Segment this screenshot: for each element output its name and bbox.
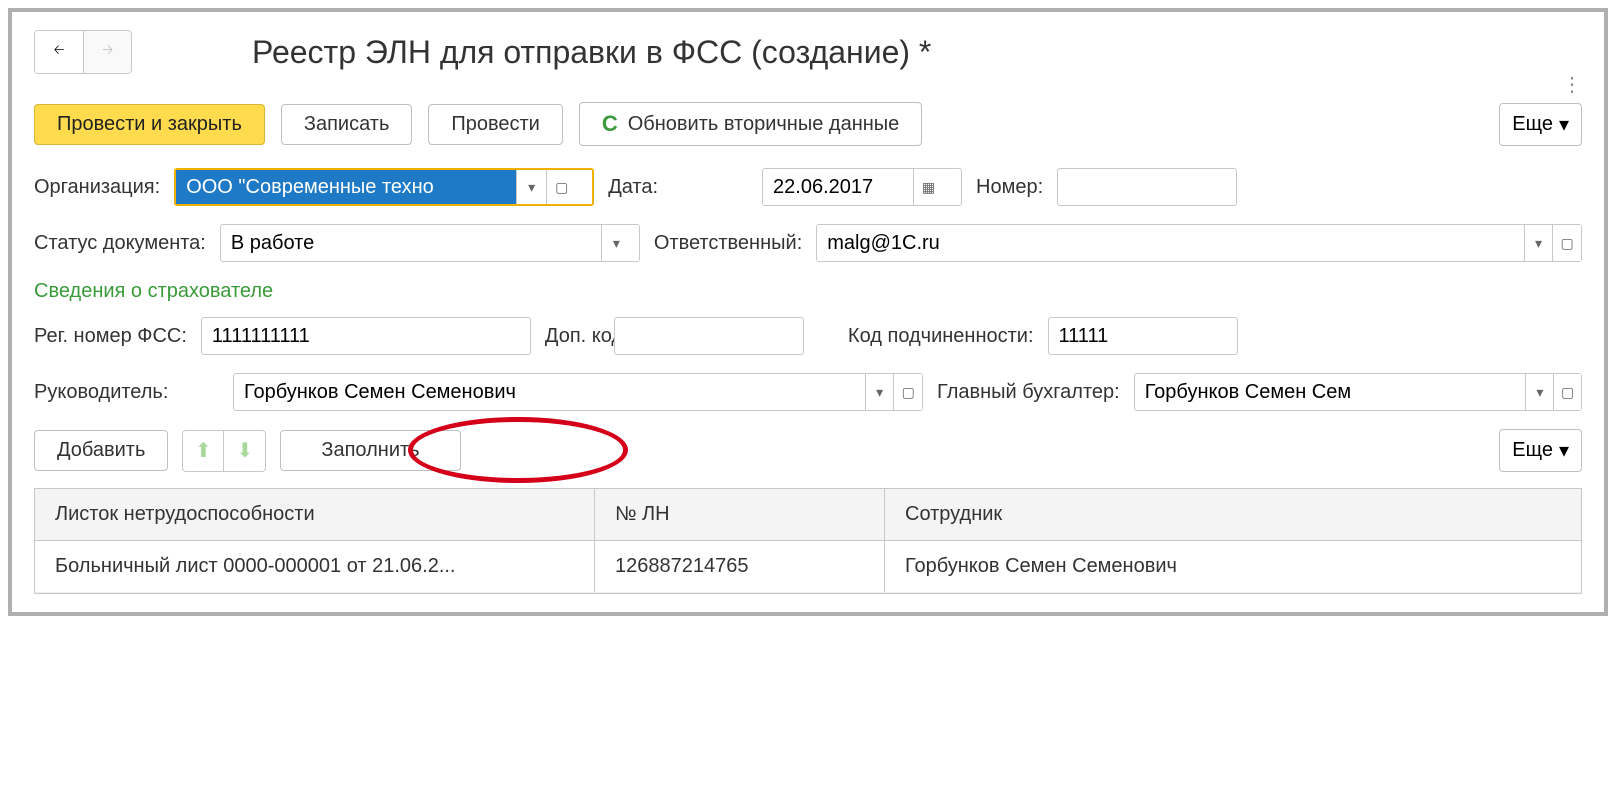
- row-org-date-number: Организация: ▾ ▢ Дата: ▦ Номер:: [34, 168, 1582, 206]
- accountant-dropdown-button[interactable]: ▾: [1525, 374, 1553, 410]
- open-icon: ▢: [902, 384, 915, 401]
- organization-combo[interactable]: ▾ ▢: [174, 168, 594, 206]
- number-label: Номер:: [976, 176, 1043, 199]
- chevron-down-icon: ▾: [1559, 112, 1569, 137]
- nav-forward-button[interactable]: 🡢: [83, 31, 131, 73]
- window-frame: 🡠 🡢 Реестр ЭЛН для отправки в ФСС (созда…: [8, 8, 1608, 616]
- cell-ln-number: 126887214765: [595, 541, 885, 592]
- post-and-close-button[interactable]: Провести и закрыть: [34, 104, 265, 145]
- chevron-down-icon: ▾: [1559, 438, 1569, 463]
- chevron-down-icon: ▾: [528, 179, 535, 196]
- open-icon: ▢: [1561, 384, 1574, 401]
- open-icon: ▢: [1561, 235, 1574, 252]
- save-button[interactable]: Записать: [281, 104, 412, 145]
- refresh-icon: C: [602, 111, 618, 137]
- director-input[interactable]: [234, 374, 865, 410]
- more-button-table[interactable]: Еще ▾: [1499, 429, 1582, 472]
- status-dropdown-button[interactable]: ▾: [601, 225, 631, 261]
- chevron-down-icon: ▾: [876, 384, 883, 401]
- organization-open-button[interactable]: ▢: [546, 170, 576, 204]
- date-calendar-button[interactable]: ▦: [913, 169, 943, 205]
- dop-code-field[interactable]: [614, 317, 804, 355]
- status-input[interactable]: [221, 225, 601, 261]
- calendar-icon: ▦: [922, 179, 935, 196]
- director-open-button[interactable]: ▢: [893, 374, 922, 410]
- chevron-down-icon: ▾: [1536, 384, 1543, 401]
- page-title: Реестр ЭЛН для отправки в ФСС (создание)…: [252, 34, 931, 71]
- date-field[interactable]: ▦: [762, 168, 962, 206]
- title-bar: 🡠 🡢 Реестр ЭЛН для отправки в ФСС (созда…: [34, 30, 1582, 74]
- col-header-ln-number[interactable]: № ЛН: [595, 489, 885, 540]
- main-toolbar: Провести и закрыть Записать Провести C О…: [34, 102, 1582, 146]
- accountant-label: Главный бухгалтер:: [937, 381, 1120, 404]
- date-input[interactable]: [763, 169, 913, 205]
- arrow-up-icon: ⬆: [195, 438, 212, 463]
- date-label: Дата:: [608, 176, 658, 199]
- responsible-open-button[interactable]: ▢: [1552, 225, 1581, 261]
- add-button[interactable]: Добавить: [34, 430, 168, 471]
- move-up-button[interactable]: ⬆: [182, 430, 224, 472]
- col-header-sickleave[interactable]: Листок нетрудоспособности: [35, 489, 595, 540]
- refresh-secondary-button[interactable]: C Обновить вторичные данные: [579, 102, 922, 146]
- reg-number-input[interactable]: [202, 318, 530, 354]
- move-group: ⬆ ⬇: [182, 430, 266, 472]
- status-combo[interactable]: ▾: [220, 224, 640, 262]
- refresh-secondary-label: Обновить вторичные данные: [628, 113, 900, 136]
- nav-group: 🡠 🡢: [34, 30, 132, 74]
- move-down-button[interactable]: ⬇: [224, 430, 266, 472]
- col-header-employee[interactable]: Сотрудник: [885, 489, 1581, 540]
- section-title-insurer: Сведения о страхователе: [34, 280, 1582, 303]
- open-icon: ▢: [555, 179, 568, 196]
- arrow-down-icon: ⬇: [237, 438, 254, 463]
- number-input[interactable]: [1058, 169, 1236, 205]
- director-dropdown-button[interactable]: ▾: [865, 374, 894, 410]
- arrow-right-icon: 🡢: [102, 41, 113, 63]
- accountant-open-button[interactable]: ▢: [1553, 374, 1581, 410]
- more-label-table: Еще: [1512, 439, 1553, 462]
- arrow-left-icon: 🡠: [54, 41, 65, 63]
- row-status-responsible: Статус документа: ▾ Ответственный: ▾ ▢: [34, 224, 1582, 262]
- row-regnum-dopcode-subord: Рег. номер ФСС: Доп. код: Код подчиненно…: [34, 317, 1582, 355]
- subord-code-field[interactable]: [1048, 317, 1238, 355]
- accountant-input[interactable]: [1135, 374, 1526, 410]
- more-label: Еще: [1512, 113, 1553, 136]
- more-button-top[interactable]: Еще ▾: [1499, 103, 1582, 146]
- cell-employee: Горбунков Семен Семенович: [885, 541, 1581, 592]
- reg-number-field[interactable]: [201, 317, 531, 355]
- responsible-combo[interactable]: ▾ ▢: [816, 224, 1582, 262]
- subord-code-input[interactable]: [1049, 318, 1237, 354]
- dop-code-label: Доп. код:: [545, 325, 600, 348]
- organization-input[interactable]: [176, 170, 516, 204]
- director-combo[interactable]: ▾ ▢: [233, 373, 923, 411]
- reg-number-label: Рег. номер ФСС:: [34, 325, 187, 348]
- dop-code-input[interactable]: [615, 318, 803, 354]
- subord-code-label: Код подчиненности:: [848, 325, 1034, 348]
- table: Листок нетрудоспособности № ЛН Сотрудник…: [34, 488, 1582, 594]
- accountant-combo[interactable]: ▾ ▢: [1134, 373, 1582, 411]
- organization-dropdown-button[interactable]: ▾: [516, 170, 546, 204]
- chevron-down-icon: ▾: [613, 235, 620, 252]
- kebab-menu-icon[interactable]: ⋮: [1562, 72, 1582, 97]
- organization-label: Организация:: [34, 176, 160, 199]
- table-row[interactable]: Больничный лист 0000-000001 от 21.06.2..…: [35, 541, 1581, 593]
- number-field[interactable]: [1057, 168, 1237, 206]
- status-label: Статус документа:: [34, 232, 206, 255]
- cell-sickleave: Больничный лист 0000-000001 от 21.06.2..…: [35, 541, 595, 592]
- chevron-down-icon: ▾: [1535, 235, 1542, 252]
- fill-button[interactable]: Заполнить: [280, 430, 460, 471]
- nav-back-button[interactable]: 🡠: [35, 31, 83, 73]
- row-director-accountant: Руководитель: ▾ ▢ Главный бухгалтер: ▾ ▢: [34, 373, 1582, 411]
- responsible-input[interactable]: [817, 225, 1523, 261]
- post-button[interactable]: Провести: [428, 104, 562, 145]
- responsible-dropdown-button[interactable]: ▾: [1524, 225, 1553, 261]
- table-toolbar: Добавить ⬆ ⬇ Заполнить Еще ▾: [34, 429, 1582, 472]
- table-header: Листок нетрудоспособности № ЛН Сотрудник: [35, 489, 1581, 541]
- director-label: Руководитель:: [34, 381, 219, 404]
- responsible-label: Ответственный:: [654, 232, 802, 255]
